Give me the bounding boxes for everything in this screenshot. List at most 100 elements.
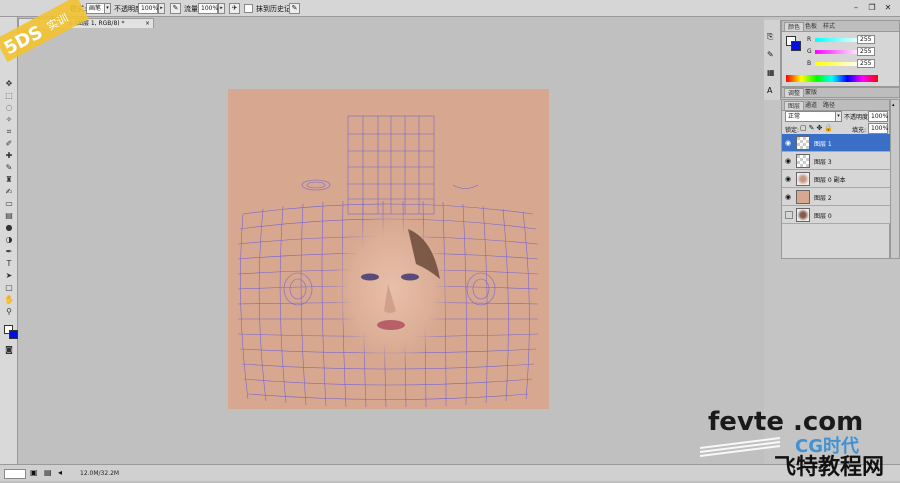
airbrush-icon[interactable]: ✈: [229, 3, 240, 14]
channel-r-label: R: [807, 36, 812, 43]
statusbar-arrow-icon[interactable]: ◂: [58, 468, 62, 477]
layer-thumbnail: [796, 136, 810, 150]
layer-row-0[interactable]: 图层 0: [782, 206, 891, 224]
channel-g-slider[interactable]: [815, 50, 861, 54]
hand-tool-icon[interactable]: ✋: [3, 295, 15, 305]
zoom-field[interactable]: [4, 469, 26, 479]
flow-dropdown-arrow[interactable]: ▸: [218, 3, 225, 14]
dodge-tool-icon[interactable]: ◑: [3, 235, 15, 245]
quick-select-tool-icon[interactable]: ✧: [3, 115, 15, 125]
minimize-icon[interactable]: –: [850, 2, 862, 14]
layer-name: 图层 0 副本: [814, 177, 846, 184]
tab-masks[interactable]: 蒙版: [802, 88, 820, 97]
history-checkbox[interactable]: [244, 4, 253, 13]
visibility-eye-icon[interactable]: ◉: [785, 139, 793, 147]
fill-label: 填充:: [852, 127, 867, 134]
tab-layers[interactable]: 图层: [784, 101, 805, 110]
channel-b-input[interactable]: 255: [857, 59, 875, 68]
background-color-swatch[interactable]: [9, 330, 18, 339]
statusbar-nav-icon[interactable]: ▤: [44, 468, 52, 477]
lock-icons[interactable]: ▢✎✥🔒: [800, 124, 835, 132]
channel-r-input[interactable]: 255: [857, 35, 875, 44]
blend-mode-arrow[interactable]: ▾: [835, 111, 842, 122]
layer-thumbnail: [796, 208, 810, 222]
type-tool-icon[interactable]: T: [3, 259, 15, 269]
blur-tool-icon[interactable]: ●: [3, 223, 15, 233]
pressure-size-icon[interactable]: ✎: [289, 3, 300, 14]
color-spectrum-bar[interactable]: [786, 75, 878, 82]
zoom-tool-icon[interactable]: ⚲: [3, 307, 15, 317]
document-size: 12.0M/32.2M: [80, 470, 120, 477]
brush-tool-icon[interactable]: ✎: [3, 163, 15, 173]
quick-mask-icon[interactable]: ◙: [3, 345, 15, 355]
channel-b-slider[interactable]: [815, 62, 861, 66]
layer-row-2[interactable]: ◉ 图层 2: [782, 188, 891, 206]
character-panel-icon[interactable]: A: [767, 86, 772, 95]
path-select-tool-icon[interactable]: ➤: [3, 271, 15, 281]
layer-row-1[interactable]: ◉ 图层 1: [782, 134, 891, 152]
history-brush-icon[interactable]: ✍: [3, 187, 15, 197]
opacity-dropdown-arrow[interactable]: ▸: [158, 3, 165, 14]
visibility-eye-icon[interactable]: ◉: [785, 175, 793, 183]
crop-tool-icon[interactable]: ⌗: [3, 127, 15, 137]
history-panel-icon[interactable]: ⎘: [767, 32, 773, 42]
pressure-opacity-icon[interactable]: ✎: [170, 3, 181, 14]
layer-row-0-copy[interactable]: ◉ 图层 0 副本: [782, 170, 891, 188]
document-tab[interactable]: % (图层 1, RGB/8) * ×: [18, 18, 154, 28]
brush-panel-icon[interactable]: ✎: [767, 50, 774, 59]
eyedropper-tool-icon[interactable]: ✐: [3, 139, 15, 149]
mode-label: 模式:: [70, 5, 87, 13]
visibility-eye-icon[interactable]: ◉: [785, 157, 793, 165]
tab-adjustments[interactable]: 调整: [784, 88, 805, 97]
layer-opacity-input[interactable]: 100%: [868, 111, 888, 122]
adjustments-panel: 调整 蒙版: [781, 87, 900, 98]
layer-fill-input[interactable]: 100%: [868, 123, 888, 134]
stamp-tool-icon[interactable]: ♜: [3, 175, 15, 185]
left-eye: [361, 273, 379, 281]
layer-name: 图层 3: [814, 159, 832, 166]
tab-channels[interactable]: 通道: [802, 101, 820, 110]
layer-thumbnail: [796, 154, 810, 168]
visibility-eye-icon[interactable]: ◉: [785, 193, 793, 201]
layers-scrollbar[interactable]: ▴: [890, 99, 900, 259]
color-panel: 颜色 色板 样式 R 255 G 255 B 255: [781, 20, 900, 87]
layers-panel-tabs: 图层 通道 路径: [782, 100, 889, 111]
eraser-tool-icon[interactable]: ▭: [3, 199, 15, 209]
flow-input[interactable]: 100%: [198, 3, 218, 14]
navigator-panel-icon[interactable]: ▦: [767, 68, 775, 77]
color-bg-swatch[interactable]: [791, 41, 801, 51]
mode-dropdown-arrow[interactable]: ▾: [104, 3, 111, 14]
channel-g-input[interactable]: 255: [857, 47, 875, 56]
document-title: % (图层 1, RGB/8) *: [67, 20, 125, 27]
tab-close-icon[interactable]: ×: [145, 19, 150, 28]
layer-opacity-label: 不透明度:: [844, 114, 871, 121]
gradient-tool-icon[interactable]: ▤: [3, 211, 15, 221]
restore-icon[interactable]: ❐: [866, 2, 878, 14]
tab-paths[interactable]: 路径: [820, 101, 838, 110]
lock-label: 锁定:: [785, 127, 800, 134]
close-icon[interactable]: ✕: [882, 2, 894, 14]
canvas-document[interactable]: [228, 89, 549, 409]
color-panel-tabs: 颜色 色板 样式: [782, 21, 899, 32]
channel-g-label: G: [807, 48, 812, 55]
blend-mode-select[interactable]: 正常: [785, 111, 839, 122]
move-tool-icon[interactable]: ✥: [3, 79, 15, 89]
tab-color[interactable]: 颜色: [784, 22, 805, 31]
healing-tool-icon[interactable]: ✚: [3, 151, 15, 161]
toolbox: ✥ ⬚ ◌ ✧ ⌗ ✐ ✚ ✎ ♜ ✍ ▭ ▤ ● ◑ ✒ T ➤ ▢ ✋ ⚲ …: [0, 17, 18, 464]
layer-row-3[interactable]: ◉ 图层 3: [782, 152, 891, 170]
channel-r-slider[interactable]: [815, 38, 861, 42]
marquee-tool-icon[interactable]: ⬚: [3, 91, 15, 101]
visibility-toggle-off[interactable]: [785, 211, 793, 219]
scroll-up-arrow[interactable]: ▴: [892, 102, 895, 108]
lasso-tool-icon[interactable]: ◌: [3, 103, 15, 113]
tab-swatches[interactable]: 色板: [802, 22, 820, 31]
shape-tool-icon[interactable]: ▢: [3, 283, 15, 293]
uv-mesh-artwork: [237, 115, 539, 408]
pen-tool-icon[interactable]: ✒: [3, 247, 15, 257]
statusbar-doc-icon[interactable]: ▣: [30, 468, 38, 477]
channel-b-label: B: [807, 60, 812, 67]
opacity-input[interactable]: 100%: [138, 3, 158, 14]
panel-icon-strip: ⎘ ✎ ▦ A: [764, 20, 781, 100]
tab-styles[interactable]: 样式: [820, 22, 838, 31]
